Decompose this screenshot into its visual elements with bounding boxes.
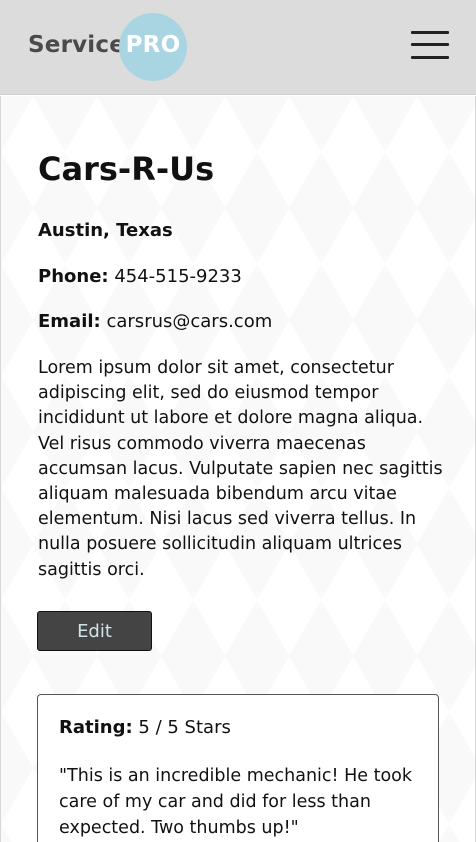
- phone-label: Phone:: [38, 266, 109, 287]
- rating-line: Rating: 5 / 5 Stars: [59, 717, 231, 738]
- hamburger-menu-icon[interactable]: [408, 27, 452, 63]
- logo-service-text: Service: [28, 32, 126, 58]
- app-header: Service PRO: [0, 0, 476, 95]
- business-description: Lorem ipsum dolor sit amet, consectetur …: [38, 358, 443, 580]
- logo-pro-text: PRO: [125, 32, 181, 58]
- email-address: carsrus@cars.com: [106, 311, 273, 332]
- review-card: Rating: 5 / 5 Stars "This is an incredib…: [37, 694, 439, 842]
- business-name: Cars-R-Us: [38, 150, 215, 188]
- rating-label: Rating:: [59, 717, 133, 738]
- phone-number: 454-515-9233: [114, 266, 242, 287]
- email-line: Email: carsrus@cars.com: [38, 311, 272, 332]
- phone-line: Phone: 454-515-9233: [38, 266, 242, 287]
- rating-value: 5 / 5 Stars: [138, 717, 231, 738]
- business-location: Austin, Texas: [38, 220, 173, 241]
- email-label: Email:: [38, 311, 101, 332]
- review-text: "This is an incredible mechanic! He took…: [59, 766, 413, 838]
- edit-button[interactable]: Edit: [37, 611, 152, 651]
